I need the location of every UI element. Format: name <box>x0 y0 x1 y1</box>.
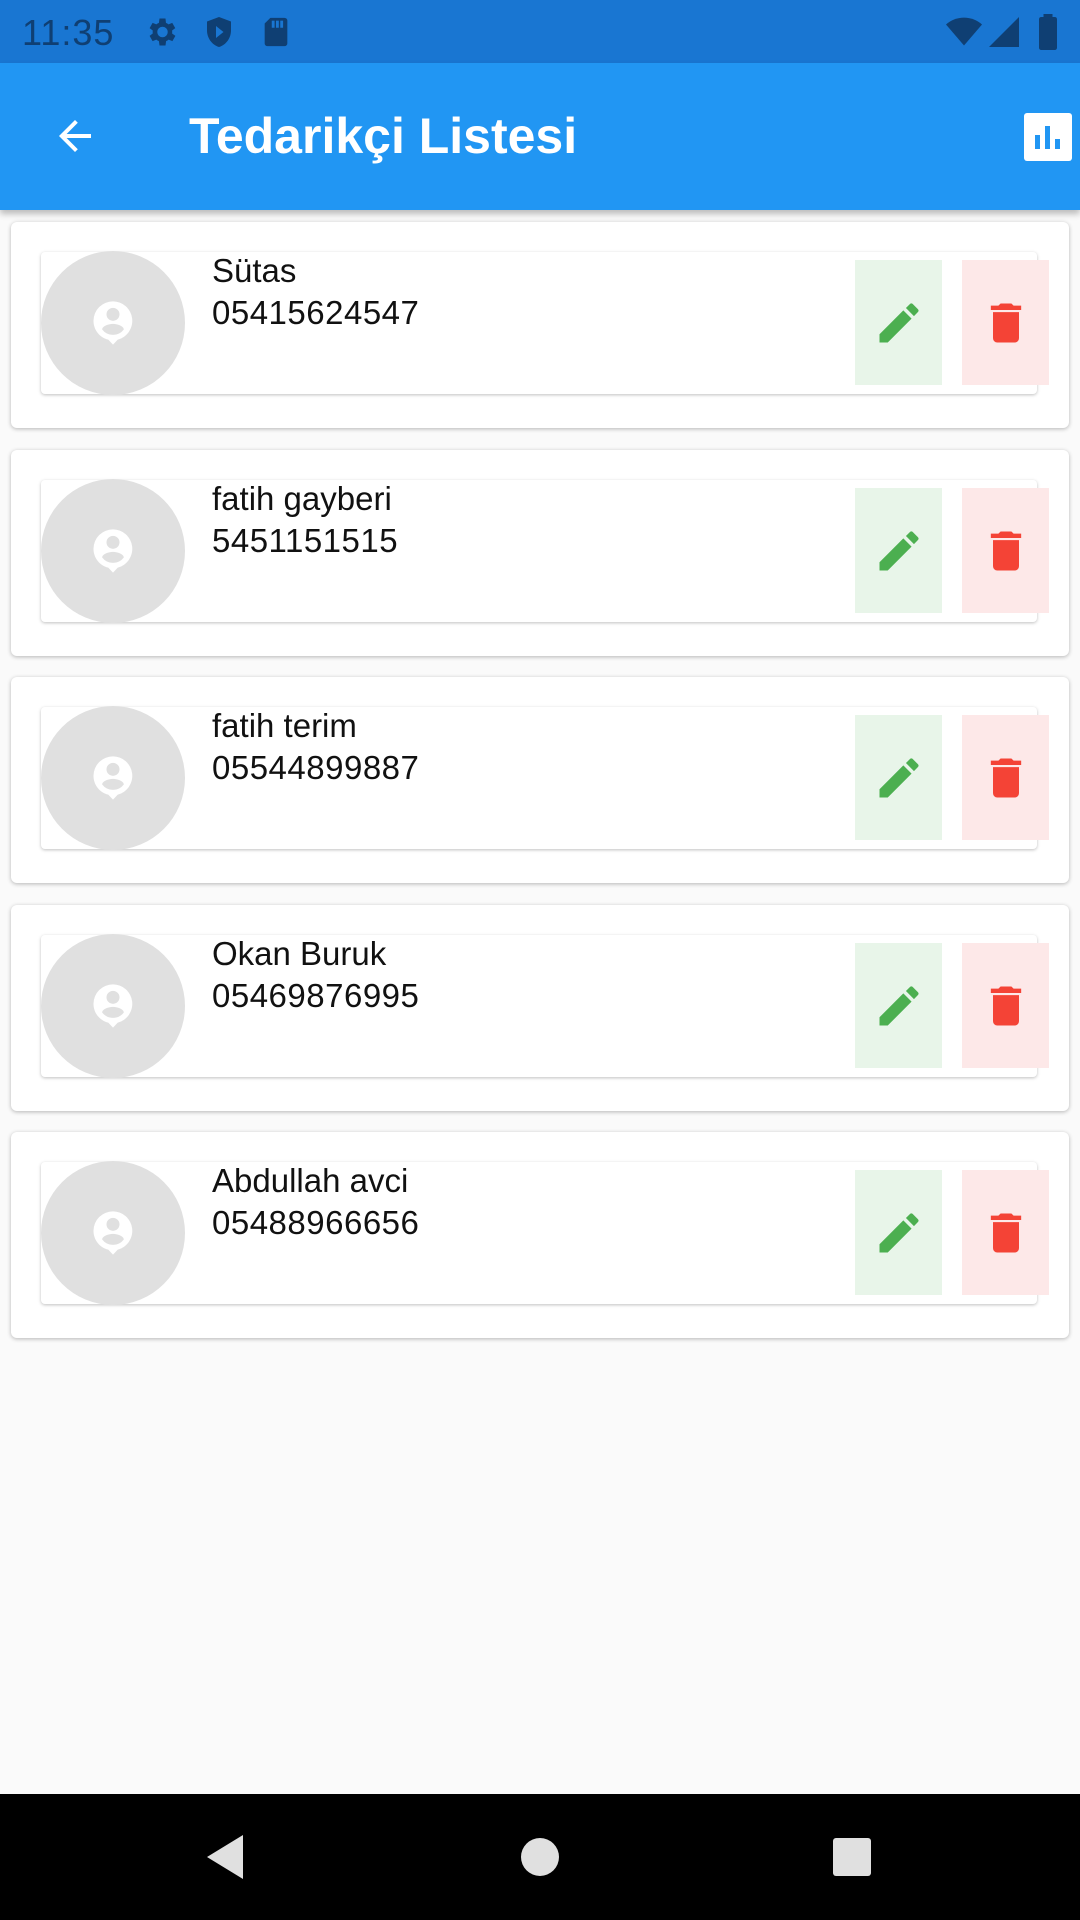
list-item[interactable]: fatih terim 05544899887 <box>41 706 1049 850</box>
edit-button[interactable] <box>855 488 942 613</box>
wifi-icon <box>944 14 984 55</box>
delete-button[interactable] <box>962 1170 1049 1295</box>
person-pin-icon <box>93 1211 133 1255</box>
page-title: Tedarikçi Listesi <box>189 108 578 164</box>
list-item[interactable]: Abdullah avci 05488966656 <box>41 1161 1049 1305</box>
avatar <box>41 934 185 1078</box>
supplier-phone: 5451151515 <box>212 522 399 559</box>
pencil-icon <box>879 986 918 1025</box>
avatar <box>41 1161 185 1305</box>
battery-icon <box>1036 14 1060 55</box>
avatar <box>41 706 185 850</box>
supplier-phone: 05544899887 <box>212 749 420 786</box>
arrow-back-icon <box>59 120 91 152</box>
supplier-card: fatih gayberi 5451151515 <box>11 450 1069 656</box>
person-pin-icon <box>93 756 133 800</box>
supplier-card: Okan Buruk 05469876995 <box>11 905 1069 1111</box>
trash-icon <box>990 986 1021 1025</box>
supplier-name: Sütas <box>212 252 297 289</box>
edit-button[interactable] <box>855 260 942 385</box>
app-bar: Tedarikçi Listesi <box>0 63 1080 210</box>
delete-button[interactable] <box>962 488 1049 613</box>
nav-back-icon[interactable] <box>203 1833 247 1886</box>
edit-button[interactable] <box>855 943 942 1068</box>
sd-card-icon <box>259 14 293 55</box>
delete-button[interactable] <box>962 943 1049 1068</box>
bar-chart-icon <box>1035 126 1060 149</box>
supplier-name: fatih terim <box>212 707 357 744</box>
supplier-phone: 05469876995 <box>212 977 420 1014</box>
trash-icon <box>990 303 1021 342</box>
supplier-card: Abdullah avci 05488966656 <box>11 1132 1069 1338</box>
person-pin-icon <box>93 301 133 345</box>
list-item[interactable]: fatih gayberi 5451151515 <box>41 479 1049 623</box>
list-item[interactable]: Sütas 05415624547 <box>41 251 1049 395</box>
status-time: 11:35 <box>22 12 115 53</box>
edit-button[interactable] <box>855 715 942 840</box>
gear-icon <box>143 14 179 55</box>
shield-icon <box>201 14 237 55</box>
supplier-name: fatih gayberi <box>212 480 392 517</box>
navigation-bar <box>0 1794 1080 1920</box>
pencil-icon <box>879 531 918 570</box>
trash-icon <box>990 758 1021 797</box>
delete-button[interactable] <box>962 715 1049 840</box>
nav-recents-icon[interactable] <box>830 1833 874 1886</box>
person-pin-icon <box>93 984 133 1028</box>
avatar <box>41 479 185 623</box>
supplier-name: Okan Buruk <box>212 935 387 972</box>
avatar <box>41 251 185 395</box>
pencil-icon <box>879 1213 918 1252</box>
person-pin-icon <box>93 529 133 573</box>
pencil-icon <box>879 758 918 797</box>
back-button[interactable] <box>40 101 110 171</box>
edit-button[interactable] <box>855 1170 942 1295</box>
supplier-phone: 05415624547 <box>212 294 420 331</box>
nav-home-icon[interactable] <box>518 1833 562 1886</box>
signal-icon <box>986 14 1022 55</box>
supplier-card: Sütas 05415624547 <box>11 222 1069 428</box>
trash-icon <box>990 1213 1021 1252</box>
supplier-card: fatih terim 05544899887 <box>11 677 1069 883</box>
pencil-icon <box>879 303 918 342</box>
supplier-phone: 05488966656 <box>212 1204 420 1241</box>
statistics-button[interactable] <box>1024 113 1072 161</box>
trash-icon <box>990 531 1021 570</box>
delete-button[interactable] <box>962 260 1049 385</box>
list-item[interactable]: Okan Buruk 05469876995 <box>41 934 1049 1078</box>
status-bar: 11:35 <box>0 0 1080 63</box>
supplier-name: Abdullah avci <box>212 1162 409 1199</box>
